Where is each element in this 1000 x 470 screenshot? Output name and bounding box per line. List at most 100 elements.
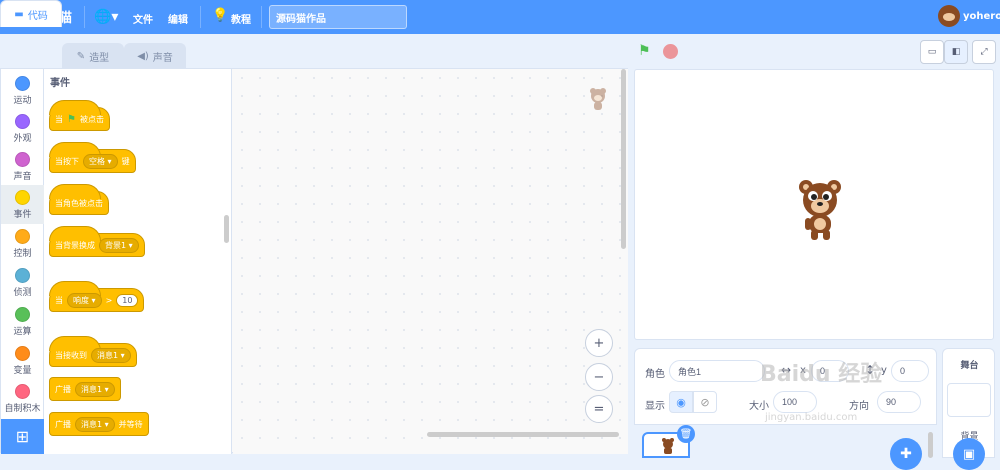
backdrop-dropdown[interactable]: 背景1 ▾ <box>99 237 139 253</box>
category-dot <box>15 75 30 91</box>
choose-sprite-button[interactable]: ✚ <box>890 438 922 470</box>
category-motion[interactable]: 运动 <box>1 71 44 110</box>
fullscreen-icon: ⤢ <box>980 47 988 57</box>
speaker-icon: ◀) <box>137 51 149 62</box>
key-dropdown[interactable]: 空格 ▾ <box>83 153 118 169</box>
loudness-dropdown[interactable]: 响度 ▾ <box>67 292 102 308</box>
tutorial-menu[interactable]: 教程 <box>231 11 251 26</box>
lightbulb-icon[interactable]: 💡 <box>212 8 228 23</box>
show-label: 显示 <box>645 401 665 412</box>
show-sprite-button[interactable]: ◉ <box>669 391 693 413</box>
category-label: 自制积木 <box>4 403 41 414</box>
stage-thumbnail[interactable] <box>947 383 991 417</box>
workspace-vertical-scrollbar[interactable] <box>621 69 626 249</box>
block-text: 并等待 <box>118 419 143 429</box>
block-text: 键 <box>121 156 130 166</box>
stage-canvas[interactable] <box>634 69 994 340</box>
user-avatar[interactable] <box>938 5 960 27</box>
workspace-horizontal-scrollbar[interactable] <box>427 432 619 437</box>
category-label: 侦测 <box>13 287 32 298</box>
block-text: 广播 <box>55 419 71 429</box>
stage-title: 舞台 <box>960 361 979 371</box>
category-sensing[interactable]: 侦测 <box>1 263 44 302</box>
block-text: 当按下 <box>55 156 79 166</box>
cat-plus-icon: ✚ <box>900 446 912 462</box>
script-workspace[interactable]: + − = <box>233 69 628 454</box>
tab-sounds[interactable]: ◀) 声音 <box>124 43 186 69</box>
palette-scrollbar[interactable] <box>224 215 229 243</box>
stop-button[interactable] <box>663 44 678 59</box>
message-dropdown[interactable]: 消息1 ▾ <box>75 416 115 432</box>
code-editor: 运动 外观 声音 事件 控制 侦测 运算 变量 自制积木 ⊞ 事件 当 ⚑ 被点… <box>0 68 628 454</box>
category-label: 事件 <box>13 209 32 220</box>
menu-divider <box>261 6 262 28</box>
block-when-receive[interactable]: 当接收到 消息1 ▾ <box>49 336 137 367</box>
y-position-input[interactable] <box>891 360 929 382</box>
choose-backdrop-button[interactable]: ▣ <box>953 438 985 470</box>
watermark-url: jingyan.baidu.com <box>765 412 858 423</box>
block-text: 当角色被点击 <box>55 198 103 208</box>
message-dropdown[interactable]: 消息1 ▾ <box>91 347 131 363</box>
image-plus-icon: ▣ <box>962 446 976 462</box>
large-stage-button[interactable]: ◧ <box>944 40 968 64</box>
delete-sprite-button[interactable]: 🗑 <box>677 425 695 443</box>
trash-icon: 🗑 <box>679 428 693 440</box>
menu-divider <box>84 6 85 28</box>
zoom-reset-button[interactable]: = <box>585 395 613 423</box>
bear-thumbnail-icon <box>662 438 674 454</box>
extension-icon: ⊞ <box>15 427 30 446</box>
sprite-list-scrollbar[interactable] <box>928 432 933 458</box>
direction-input[interactable] <box>877 391 921 413</box>
category-control[interactable]: 控制 <box>1 224 44 263</box>
zoom-in-icon: + <box>593 335 605 351</box>
block-broadcast-and-wait[interactable]: 广播 消息1 ▾ 并等待 <box>49 412 149 436</box>
category-events[interactable]: 事件 <box>1 185 44 224</box>
tab-costumes[interactable]: ✎ 造型 <box>62 43 124 69</box>
file-menu[interactable]: 文件 <box>133 11 153 26</box>
block-text: 当接收到 <box>55 350 87 360</box>
small-stage-button[interactable]: ▭ <box>920 40 944 64</box>
menu-bar: ◎ 编码猫 🌐▾ 文件 编辑 💡 教程 yohero <box>0 0 1000 34</box>
hide-sprite-button[interactable]: ⊘ <box>693 391 717 413</box>
category-dot <box>15 113 30 129</box>
category-sound[interactable]: 声音 <box>1 147 44 186</box>
palette-section-title: 事件 <box>50 78 70 89</box>
category-my-blocks[interactable]: 自制积木 <box>1 379 44 418</box>
size-input[interactable] <box>773 391 817 413</box>
block-text: > <box>105 295 113 305</box>
add-extension-button[interactable]: ⊞ <box>1 419 44 454</box>
tab-costumes-label: 造型 <box>89 53 110 64</box>
bear-sprite[interactable] <box>797 178 843 242</box>
sprite-name-input[interactable] <box>669 360 765 382</box>
block-palette: 事件 当 ⚑ 被点击 当按下 空格 ▾ 键 当角色被点击 当背景换成 背景1 ▾… <box>44 69 232 454</box>
username[interactable]: yohero <box>963 11 1000 22</box>
sprite-preview-icon <box>590 88 606 110</box>
block-when-sprite-clicked[interactable]: 当角色被点击 <box>49 184 109 215</box>
tab-code[interactable]: ▬ 代码 <box>0 0 62 27</box>
fullscreen-button[interactable]: ⤢ <box>972 40 996 64</box>
block-broadcast[interactable]: 广播 消息1 ▾ <box>49 377 121 401</box>
category-variables[interactable]: 变量 <box>1 341 44 380</box>
message-dropdown[interactable]: 消息1 ▾ <box>75 381 115 397</box>
block-when-key-pressed[interactable]: 当按下 空格 ▾ 键 <box>49 142 136 173</box>
block-when-backdrop-switches[interactable]: 当背景换成 背景1 ▾ <box>49 226 145 257</box>
category-dot <box>15 228 30 244</box>
size-label: 大小 <box>749 401 769 412</box>
edit-menu[interactable]: 编辑 <box>168 11 188 26</box>
block-text: 广播 <box>55 384 71 394</box>
category-menu: 运动 外观 声音 事件 控制 侦测 运算 变量 自制积木 ⊞ <box>1 69 44 454</box>
language-globe-icon[interactable]: 🌐▾ <box>94 9 118 25</box>
category-operators[interactable]: 运算 <box>1 302 44 341</box>
category-label: 运算 <box>13 326 32 337</box>
category-looks[interactable]: 外观 <box>1 109 44 148</box>
green-flag-button[interactable]: ⚑ <box>638 43 651 59</box>
zoom-in-button[interactable]: + <box>585 329 613 357</box>
loudness-number-input[interactable]: 10 <box>116 293 139 307</box>
block-when-flag-clicked[interactable]: 当 ⚑ 被点击 <box>49 100 110 131</box>
category-label: 声音 <box>13 171 32 182</box>
brush-icon: ✎ <box>76 51 86 62</box>
category-dot <box>15 267 30 283</box>
zoom-out-button[interactable]: − <box>585 363 613 391</box>
project-title-input[interactable] <box>269 5 407 29</box>
block-when-loudness[interactable]: 当 响度 ▾ > 10 <box>49 281 145 312</box>
